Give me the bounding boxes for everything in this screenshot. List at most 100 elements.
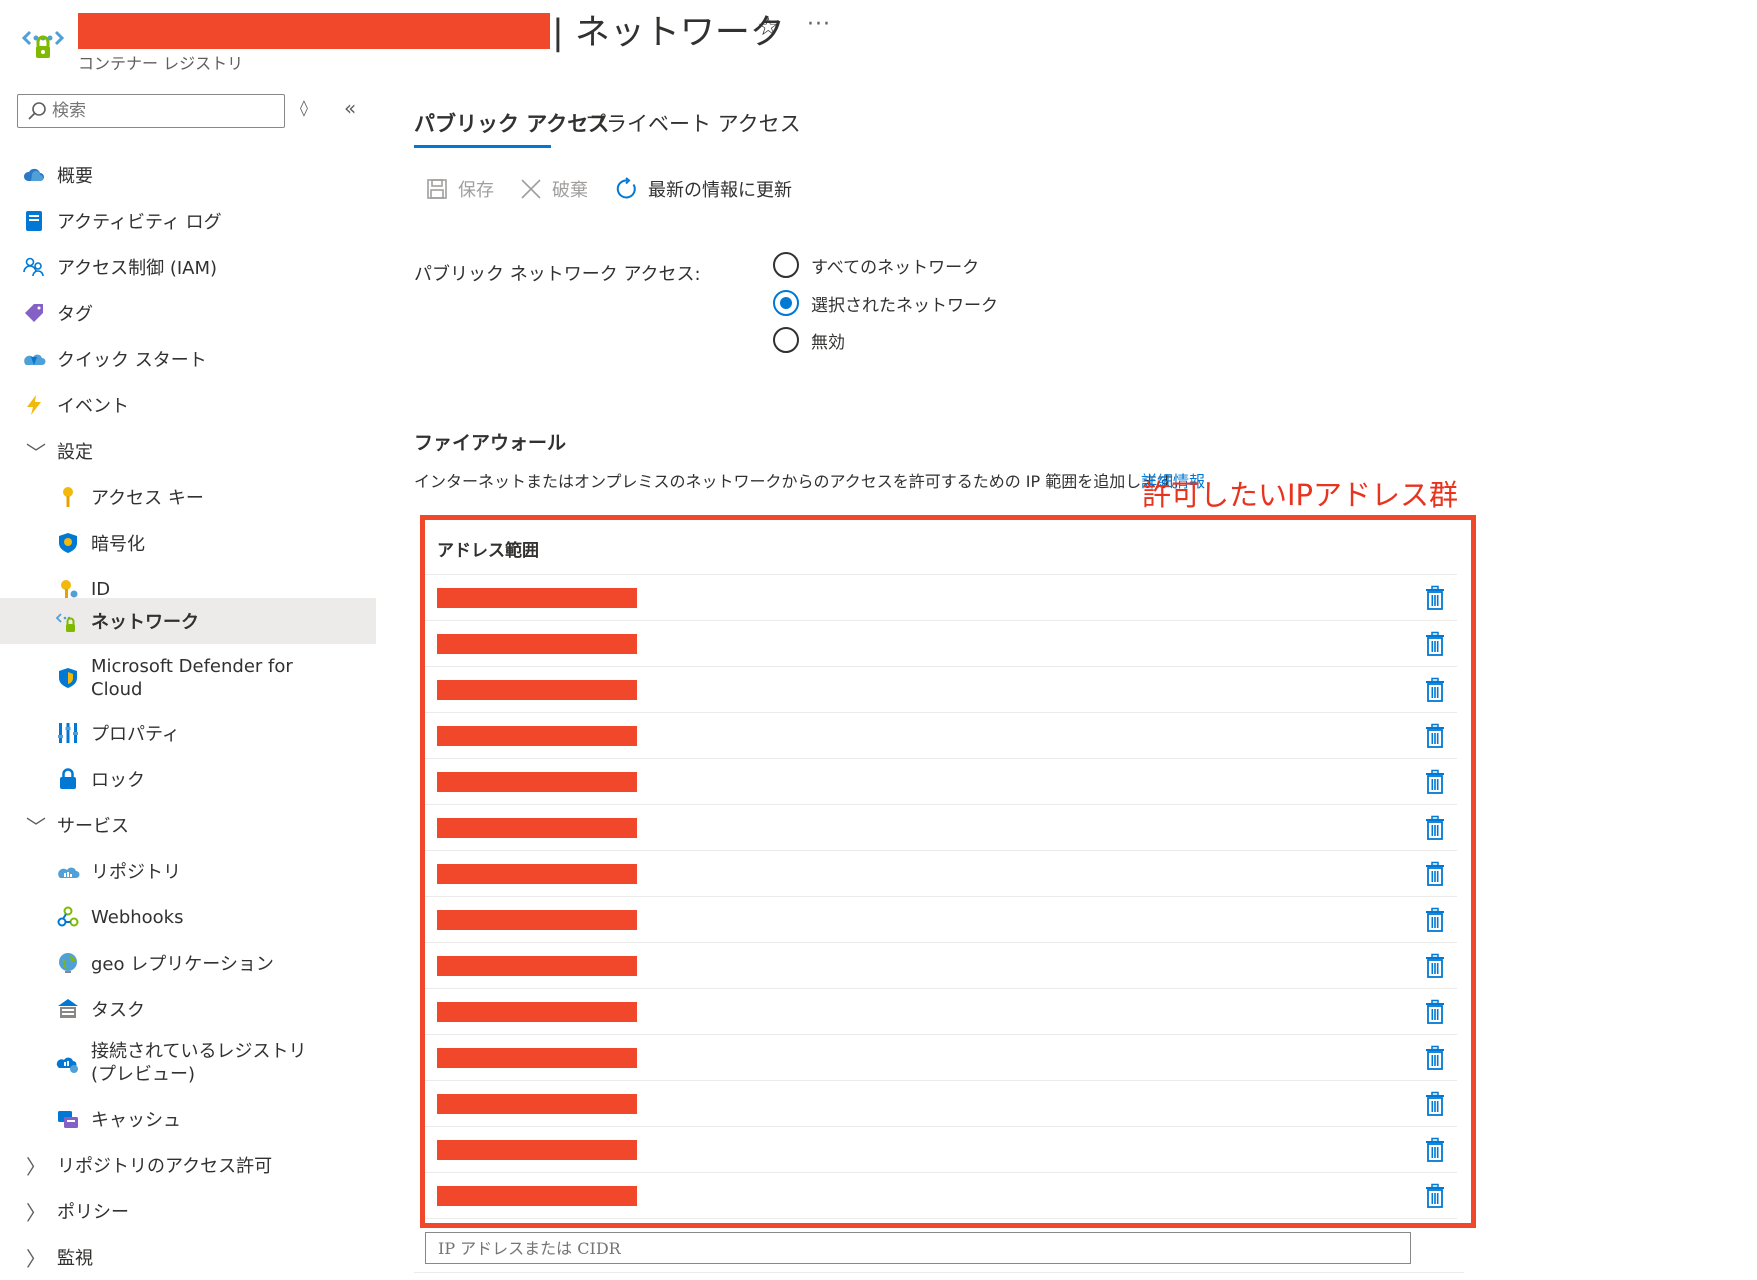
annotation-label: 許可したいIPアドレス群 — [1142, 478, 1459, 512]
properties-icon — [56, 721, 80, 745]
tab-private-access[interactable]: プライベート アクセス — [585, 108, 801, 138]
sidebar-item-tasks[interactable]: タスク — [0, 987, 376, 1031]
delete-trash-icon[interactable] — [1423, 907, 1447, 933]
address-range-column-header: アドレス範囲 — [437, 541, 539, 561]
close-icon — [518, 176, 544, 202]
refresh-label: 最新の情報に更新 — [648, 180, 792, 201]
sidebar-search-input[interactable] — [52, 101, 272, 121]
redacted-ip-address — [437, 634, 637, 654]
sidebar-item-repositories[interactable]: リポジトリ — [0, 849, 376, 893]
redacted-ip-address — [437, 1002, 637, 1022]
radio-selected-networks[interactable]: 選択されたネットワーク — [773, 290, 998, 316]
sidebar-item-connected-registries[interactable]: 接続されているレジストリ (プレビュー) — [0, 1030, 376, 1096]
radio-button-checked[interactable] — [773, 290, 799, 316]
radio-button[interactable] — [773, 327, 799, 353]
refresh-button[interactable]: 最新の情報に更新 — [614, 176, 792, 202]
delete-trash-icon[interactable] — [1423, 861, 1447, 887]
delete-trash-icon[interactable] — [1423, 677, 1447, 703]
discard-label: 破棄 — [552, 180, 588, 201]
save-button[interactable]: 保存 — [424, 176, 494, 202]
sidebar-item-overview[interactable]: 概要 — [0, 153, 376, 197]
public-network-access-label: パブリック ネットワーク アクセス: — [414, 264, 701, 285]
redacted-ip-address — [437, 956, 637, 976]
delete-trash-icon[interactable] — [1423, 769, 1447, 795]
table-row — [425, 1173, 1457, 1219]
redacted-ip-address — [437, 818, 637, 838]
delete-trash-icon[interactable] — [1423, 585, 1447, 611]
connected-registry-icon — [56, 1051, 80, 1075]
sidebar-section-label: リポジトリのアクセス許可 — [57, 1156, 273, 1177]
sidebar-item-label: 概要 — [57, 166, 93, 187]
sidebar-item-network[interactable]: ネットワーク — [0, 598, 376, 644]
sidebar-item-encryption[interactable]: 暗号化 — [0, 521, 376, 565]
sidebar-item-label: ネットワーク — [91, 612, 199, 633]
delete-trash-icon[interactable] — [1423, 953, 1447, 979]
sidebar-section-label: 設定 — [57, 442, 93, 463]
search-icon — [28, 102, 46, 120]
sidebar-section-policies[interactable]: 〉 ポリシー — [0, 1189, 376, 1233]
sidebar-section-label: ポリシー — [57, 1202, 129, 1223]
sidebar-item-label: Microsoft Defender for Cloud — [91, 656, 293, 700]
table-row — [425, 805, 1457, 851]
tasks-icon — [56, 997, 80, 1021]
sidebar-item-webhooks[interactable]: Webhooks — [0, 895, 376, 939]
network-icon — [56, 609, 80, 633]
table-row — [425, 989, 1457, 1035]
sidebar-item-iam[interactable]: アクセス制御 (IAM) — [0, 245, 376, 289]
more-options-icon[interactable]: ··· — [807, 12, 831, 37]
activity-log-icon — [22, 209, 46, 233]
radio-disabled[interactable]: 無効 — [773, 327, 845, 353]
sidebar-item-access-keys[interactable]: アクセス キー — [0, 475, 376, 519]
sidebar-item-cache[interactable]: キャッシュ — [0, 1097, 376, 1141]
favorite-star-icon[interactable]: ☆ — [757, 12, 779, 41]
delete-trash-icon[interactable] — [1423, 815, 1447, 841]
radio-all-networks[interactable]: すべてのネットワーク — [773, 252, 979, 278]
redacted-ip-address — [437, 680, 637, 700]
cloud-overview-icon — [22, 163, 46, 187]
sidebar-item-tags[interactable]: タグ — [0, 291, 376, 335]
page-title: | ネットワーク — [552, 13, 785, 53]
sidebar-item-label: 接続されているレジストリ (プレビュー) — [91, 1041, 307, 1085]
sidebar-item-defender[interactable]: Microsoft Defender for Cloud — [0, 645, 376, 711]
delete-trash-icon[interactable] — [1423, 1045, 1447, 1071]
redacted-ip-address — [437, 588, 637, 608]
refresh-icon — [614, 176, 640, 202]
tag-icon — [22, 301, 46, 325]
sidebar-item-properties[interactable]: プロパティ — [0, 711, 376, 755]
delete-trash-icon[interactable] — [1423, 1137, 1447, 1163]
table-row — [425, 1081, 1457, 1127]
delete-trash-icon[interactable] — [1423, 631, 1447, 657]
sidebar-section-settings[interactable]: ﹀ 設定 — [0, 429, 376, 473]
radio-button[interactable] — [773, 252, 799, 278]
delete-trash-icon[interactable] — [1423, 999, 1447, 1025]
repository-cloud-icon — [56, 859, 80, 883]
sidebar-item-label: プロパティ — [91, 724, 180, 745]
sidebar-section-label: 監視 — [57, 1248, 93, 1269]
shield-icon — [56, 531, 80, 555]
save-label: 保存 — [458, 180, 494, 201]
delete-trash-icon[interactable] — [1423, 1183, 1447, 1209]
sidebar-section-monitoring[interactable]: 〉 監視 — [0, 1235, 376, 1279]
sidebar-item-quickstart[interactable]: クイック スタート — [0, 337, 376, 381]
redacted-ip-address — [437, 1140, 637, 1160]
discard-button[interactable]: 破棄 — [518, 176, 588, 202]
sidebar-item-activity-log[interactable]: アクティビティ ログ — [0, 199, 376, 243]
tab-public-access[interactable]: パブリック アクセス — [414, 108, 609, 138]
collapse-sidebar-icon[interactable]: « — [344, 96, 356, 120]
sidebar-item-locks[interactable]: ロック — [0, 757, 376, 801]
sidebar-item-label: geo レプリケーション — [91, 954, 274, 975]
sidebar-section-repository-permissions[interactable]: 〉 リポジトリのアクセス許可 — [0, 1143, 376, 1187]
chevron-right-icon: 〉 — [26, 1154, 46, 1179]
new-ip-input[interactable] — [425, 1232, 1411, 1264]
sidebar-item-geo-replication[interactable]: geo レプリケーション — [0, 941, 376, 985]
sidebar-section-services[interactable]: ﹀ サービス — [0, 803, 376, 847]
table-row — [425, 713, 1457, 759]
redacted-ip-address — [437, 864, 637, 884]
sidebar-item-label: タスク — [91, 1000, 145, 1021]
sidebar-search-box[interactable] — [17, 94, 285, 128]
firewall-description: インターネットまたはオンプレミスのネットワークからのアクセスを許可するための I… — [414, 472, 1188, 491]
sort-icon[interactable]: ◊ — [300, 98, 308, 117]
sidebar-item-events[interactable]: イベント — [0, 383, 376, 427]
delete-trash-icon[interactable] — [1423, 1091, 1447, 1117]
delete-trash-icon[interactable] — [1423, 723, 1447, 749]
